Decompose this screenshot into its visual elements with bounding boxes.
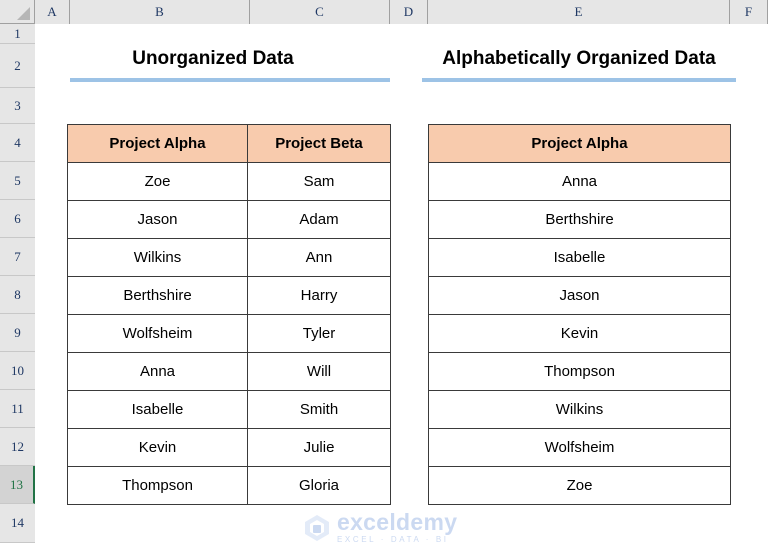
organized-cell-r1-c0[interactable]: Berthshire bbox=[428, 200, 731, 239]
table-row: Kevin bbox=[428, 314, 731, 353]
unorganized-cell-r6-c0[interactable]: Isabelle bbox=[67, 390, 248, 429]
table-row: Anna bbox=[428, 162, 731, 201]
column-header-c[interactable]: C bbox=[250, 0, 390, 24]
row-header-6[interactable]: 6 bbox=[0, 200, 35, 238]
row-header-14[interactable]: 14 bbox=[0, 504, 35, 543]
unorganized-cell-r1-c1[interactable]: Adam bbox=[247, 200, 391, 239]
column-header-e[interactable]: E bbox=[428, 0, 730, 24]
row-header-12[interactable]: 12 bbox=[0, 428, 35, 466]
table-row: Anna Will bbox=[67, 352, 391, 391]
table-row: Isabelle Smith bbox=[67, 390, 391, 429]
grid-body: Unorganized Data Alphabetically Organize… bbox=[36, 24, 768, 543]
row-header-11[interactable]: 11 bbox=[0, 390, 35, 428]
unorganized-data-table[interactable]: Project Alpha Project Beta Zoe Sam Jason Adam… bbox=[67, 124, 391, 505]
unorganized-cell-r5-c0[interactable]: Anna bbox=[67, 352, 248, 391]
row-header-1[interactable]: 1 bbox=[0, 24, 35, 44]
unorganized-cell-r4-c0[interactable]: Wolfsheim bbox=[67, 314, 248, 353]
select-all-button[interactable] bbox=[0, 0, 35, 24]
left-section-title: Unorganized Data bbox=[132, 48, 294, 69]
column-header-strip: ABCDEF bbox=[0, 0, 768, 24]
unorganized-cell-r6-c1[interactable]: Smith bbox=[247, 390, 391, 429]
organized-cell-r2-c0[interactable]: Isabelle bbox=[428, 238, 731, 277]
unorganized-cell-r7-c0[interactable]: Kevin bbox=[67, 428, 248, 467]
exceldemy-watermark: exceldemy EXCEL · DATA · BI bbox=[304, 511, 457, 543]
table-row: Jason Adam bbox=[67, 200, 391, 239]
row-header-2[interactable]: 2 bbox=[0, 44, 35, 88]
row-header-13[interactable]: 13 bbox=[0, 466, 35, 504]
unorganized-cell-r2-c0[interactable]: Wilkins bbox=[67, 238, 248, 277]
unorganized-cell-r3-c1[interactable]: Harry bbox=[247, 276, 391, 315]
unorganized-cell-r2-c1[interactable]: Ann bbox=[247, 238, 391, 277]
row-header-3[interactable]: 3 bbox=[0, 88, 35, 124]
unorganized-cell-r0-c0[interactable]: Zoe bbox=[67, 162, 248, 201]
column-header-a[interactable]: A bbox=[35, 0, 70, 24]
row-header-strip: 1 2 3 4 5 6 7 8 9 10 11 12 13 14 bbox=[0, 24, 35, 543]
organized-cell-r4-c0[interactable]: Kevin bbox=[428, 314, 731, 353]
table-row: Kevin Julie bbox=[67, 428, 391, 467]
unorganized-column-header-1[interactable]: Project Beta bbox=[247, 124, 391, 163]
hexagon-cube-logo-icon bbox=[305, 514, 329, 541]
organized-cell-r7-c0[interactable]: Wolfsheim bbox=[428, 428, 731, 467]
organized-data-table[interactable]: Project Alpha Anna Berthshire Isabelle Jason… bbox=[428, 124, 731, 505]
table-row: Wilkins Ann bbox=[67, 238, 391, 277]
unorganized-cell-r3-c0[interactable]: Berthshire bbox=[67, 276, 248, 315]
unorganized-cell-r1-c0[interactable]: Jason bbox=[67, 200, 248, 239]
select-all-triangle-icon bbox=[17, 7, 30, 20]
row-header-4[interactable]: 4 bbox=[0, 124, 35, 162]
left-title-underline bbox=[70, 78, 390, 82]
organized-cell-r5-c0[interactable]: Thompson bbox=[428, 352, 731, 391]
unorganized-cell-r8-c0[interactable]: Thompson bbox=[67, 466, 248, 505]
organized-header-row: Project Alpha bbox=[428, 124, 731, 163]
row-header-10[interactable]: 10 bbox=[0, 352, 35, 390]
spreadsheet-canvas: ABCDEF 1 2 3 4 5 6 7 8 9 10 11 12 13 14 Unorganized D… bbox=[0, 0, 768, 543]
column-header-b[interactable]: B bbox=[70, 0, 250, 24]
column-header-d[interactable]: D bbox=[390, 0, 428, 24]
unorganized-column-header-0[interactable]: Project Alpha bbox=[67, 124, 248, 163]
unorganized-header-row: Project Alpha Project Beta bbox=[67, 124, 391, 163]
right-title-underline bbox=[422, 78, 736, 82]
table-row: Zoe bbox=[428, 466, 731, 505]
row-header-5[interactable]: 5 bbox=[0, 162, 35, 200]
table-row: Jason bbox=[428, 276, 731, 315]
table-row: Berthshire bbox=[428, 200, 731, 239]
organized-cell-r6-c0[interactable]: Wilkins bbox=[428, 390, 731, 429]
watermark-brand: exceldemy bbox=[337, 509, 458, 535]
row-header-8[interactable]: 8 bbox=[0, 276, 35, 314]
unorganized-cell-r7-c1[interactable]: Julie bbox=[247, 428, 391, 467]
table-row: Thompson Gloria bbox=[67, 466, 391, 505]
organized-cell-r3-c0[interactable]: Jason bbox=[428, 276, 731, 315]
watermark-tagline: EXCEL · DATA · BI bbox=[337, 535, 449, 543]
unorganized-cell-r5-c1[interactable]: Will bbox=[247, 352, 391, 391]
unorganized-cell-r8-c1[interactable]: Gloria bbox=[247, 466, 391, 505]
organized-cell-r8-c0[interactable]: Zoe bbox=[428, 466, 731, 505]
organized-cell-r0-c0[interactable]: Anna bbox=[428, 162, 731, 201]
column-header-f[interactable]: F bbox=[730, 0, 768, 24]
table-row: Isabelle bbox=[428, 238, 731, 277]
table-row: Wilkins bbox=[428, 390, 731, 429]
row-header-7[interactable]: 7 bbox=[0, 238, 35, 276]
unorganized-cell-r4-c1[interactable]: Tyler bbox=[247, 314, 391, 353]
organized-column-header-0[interactable]: Project Alpha bbox=[428, 124, 731, 163]
table-row: Zoe Sam bbox=[67, 162, 391, 201]
table-row: Wolfsheim bbox=[428, 428, 731, 467]
right-section-title: Alphabetically Organized Data bbox=[442, 48, 716, 69]
row-header-9[interactable]: 9 bbox=[0, 314, 35, 352]
unorganized-cell-r0-c1[interactable]: Sam bbox=[247, 162, 391, 201]
table-row: Thompson bbox=[428, 352, 731, 391]
table-row: Berthshire Harry bbox=[67, 276, 391, 315]
table-row: Wolfsheim Tyler bbox=[67, 314, 391, 353]
